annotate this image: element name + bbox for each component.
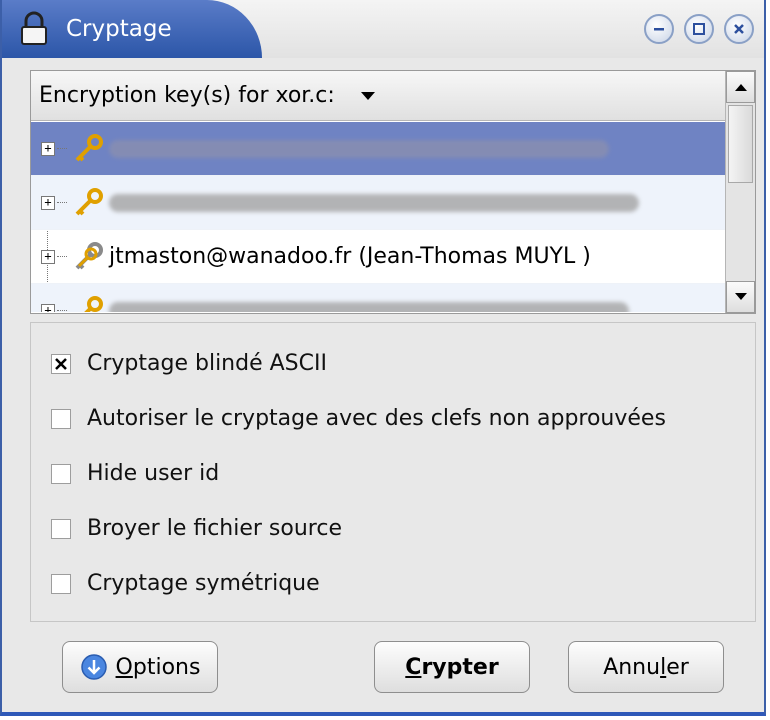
option-armor[interactable]: Cryptage blindé ASCII [51, 351, 327, 376]
option-label: Hide user id [87, 461, 220, 486]
expand-icon[interactable]: + [41, 303, 55, 312]
option-hide-user-id[interactable]: Hide user id [51, 461, 219, 486]
encrypt-button[interactable]: Crypter [374, 641, 530, 693]
window-title: Cryptage [66, 16, 172, 42]
redacted-key-name [109, 139, 609, 158]
option-symmetric[interactable]: Cryptage symétrique [51, 571, 320, 596]
minimize-icon [654, 28, 664, 31]
scroll-down-button[interactable] [726, 281, 755, 313]
vertical-scrollbar[interactable] [725, 71, 755, 313]
redacted-key-name [109, 193, 639, 212]
key-row[interactable]: + [31, 176, 725, 230]
key-row[interactable]: + [31, 284, 725, 312]
shred-source-checkbox[interactable] [51, 518, 71, 539]
key-list-header[interactable]: Encryption key(s) for xor.c: [31, 71, 725, 121]
options-button-label: Options [115, 654, 201, 680]
encrypt-button-label: Crypter [405, 654, 499, 680]
cancel-button[interactable]: Annuler [568, 641, 724, 693]
option-label: Cryptage blindé ASCII [87, 351, 327, 376]
hide-user-id-checkbox[interactable] [51, 463, 71, 484]
check-icon [55, 357, 67, 370]
armor-checkbox[interactable] [51, 353, 71, 374]
key-list[interactable]: Encryption key(s) for xor.c: + + + jtmas… [30, 70, 756, 314]
key-label: jtmaston@wanadoo.fr (Jean-Thomas MUYL ) [109, 244, 591, 269]
cancel-button-label: Annuler [603, 654, 689, 680]
arrow-up-icon [734, 84, 747, 91]
sort-arrow-icon [360, 91, 375, 100]
tree-connector [57, 256, 67, 257]
arrow-down-circle-icon [80, 654, 107, 680]
title-tab: Cryptage [2, 0, 262, 58]
key-row[interactable]: + jtmaston@wanadoo.fr (Jean-Thomas MUYL … [31, 230, 725, 284]
scroll-up-button[interactable] [726, 71, 755, 103]
key-row[interactable]: + [31, 122, 725, 176]
option-untrusted-keys[interactable]: Autoriser le cryptage avec des clefs non… [51, 406, 666, 431]
tree-connector [57, 202, 67, 203]
option-label: Cryptage symétrique [87, 571, 320, 596]
title-bar[interactable]: Cryptage [2, 0, 764, 58]
close-icon [734, 24, 744, 34]
encryption-dialog: Cryptage Encryption key(s) for xor.c: + [0, 0, 766, 716]
key-rows: + + + jtmaston@wanadoo.fr (Jean-Thomas M… [31, 122, 725, 312]
options-button[interactable]: Options [62, 641, 218, 693]
tree-connector [57, 148, 67, 149]
key-icon [75, 133, 103, 161]
keypair-icon [75, 241, 103, 269]
lock-icon [21, 11, 47, 45]
key-icon [75, 187, 103, 215]
expand-icon[interactable]: + [41, 249, 55, 264]
untrusted-keys-checkbox[interactable] [51, 408, 71, 429]
maximize-icon [693, 23, 705, 35]
symmetric-checkbox[interactable] [51, 573, 71, 594]
options-group: Cryptage blindé ASCII Autoriser le crypt… [30, 322, 756, 622]
option-label: Broyer le fichier source [87, 516, 342, 541]
arrow-down-icon [734, 293, 747, 300]
scroll-thumb[interactable] [728, 105, 753, 183]
tree-connector [57, 310, 67, 311]
key-list-header-label: Encryption key(s) for xor.c: [39, 83, 335, 108]
expand-icon[interactable]: + [41, 141, 55, 156]
key-icon [83, 295, 103, 312]
minimize-button[interactable] [644, 14, 674, 44]
option-shred-source[interactable]: Broyer le fichier source [51, 516, 342, 541]
option-label: Autoriser le cryptage avec des clefs non… [87, 406, 666, 431]
close-button[interactable] [724, 14, 754, 44]
expand-icon[interactable]: + [41, 195, 55, 210]
redacted-key-name [109, 301, 629, 312]
maximize-button[interactable] [684, 14, 714, 44]
